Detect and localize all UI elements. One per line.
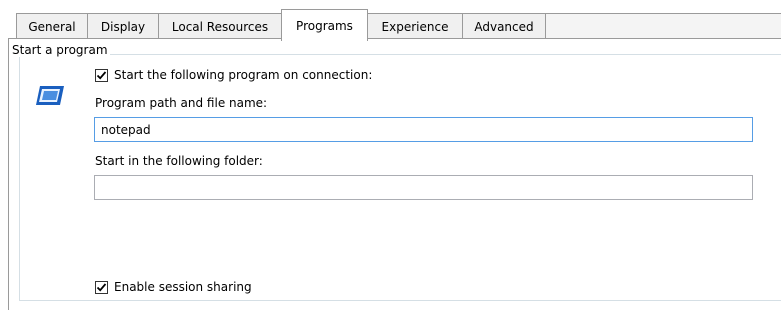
start-on-connection-checkbox-row[interactable]: Start the following program on connectio… — [95, 68, 372, 82]
tab-experience-label: Experience — [381, 19, 449, 34]
monitor-window-icon — [35, 84, 65, 108]
start-folder-label: Start in the following folder: — [95, 154, 263, 168]
check-icon — [96, 70, 107, 80]
session-sharing-label: Enable session sharing — [114, 280, 252, 294]
check-icon — [96, 282, 107, 292]
tab-display-label: Display — [100, 19, 146, 34]
tab-general[interactable]: General — [16, 13, 88, 39]
tab-display[interactable]: Display — [87, 13, 159, 39]
tab-strip: General Display Local Resources Programs… — [0, 0, 781, 41]
tab-strip-filler — [545, 13, 781, 39]
tab-local-resources-label: Local Resources — [171, 19, 269, 34]
tab-advanced-label: Advanced — [474, 19, 534, 34]
program-path-value: notepad — [101, 122, 151, 137]
start-on-connection-checkbox[interactable] — [95, 68, 108, 82]
program-path-input[interactable]: notepad — [94, 117, 753, 142]
session-sharing-checkbox-row[interactable]: Enable session sharing — [95, 280, 252, 294]
tab-local-resources[interactable]: Local Resources — [158, 13, 282, 39]
tab-programs-label: Programs — [296, 18, 353, 33]
tab-advanced[interactable]: Advanced — [462, 13, 546, 39]
tab-experience[interactable]: Experience — [367, 13, 463, 39]
start-program-group-title: Start a program — [10, 43, 110, 57]
start-folder-input[interactable] — [94, 175, 753, 200]
start-on-connection-label: Start the following program on connectio… — [114, 68, 373, 82]
tab-programs[interactable]: Programs — [281, 9, 368, 41]
session-sharing-checkbox[interactable] — [95, 280, 108, 294]
tab-general-label: General — [28, 19, 76, 34]
program-path-label: Program path and file name: — [95, 96, 268, 110]
